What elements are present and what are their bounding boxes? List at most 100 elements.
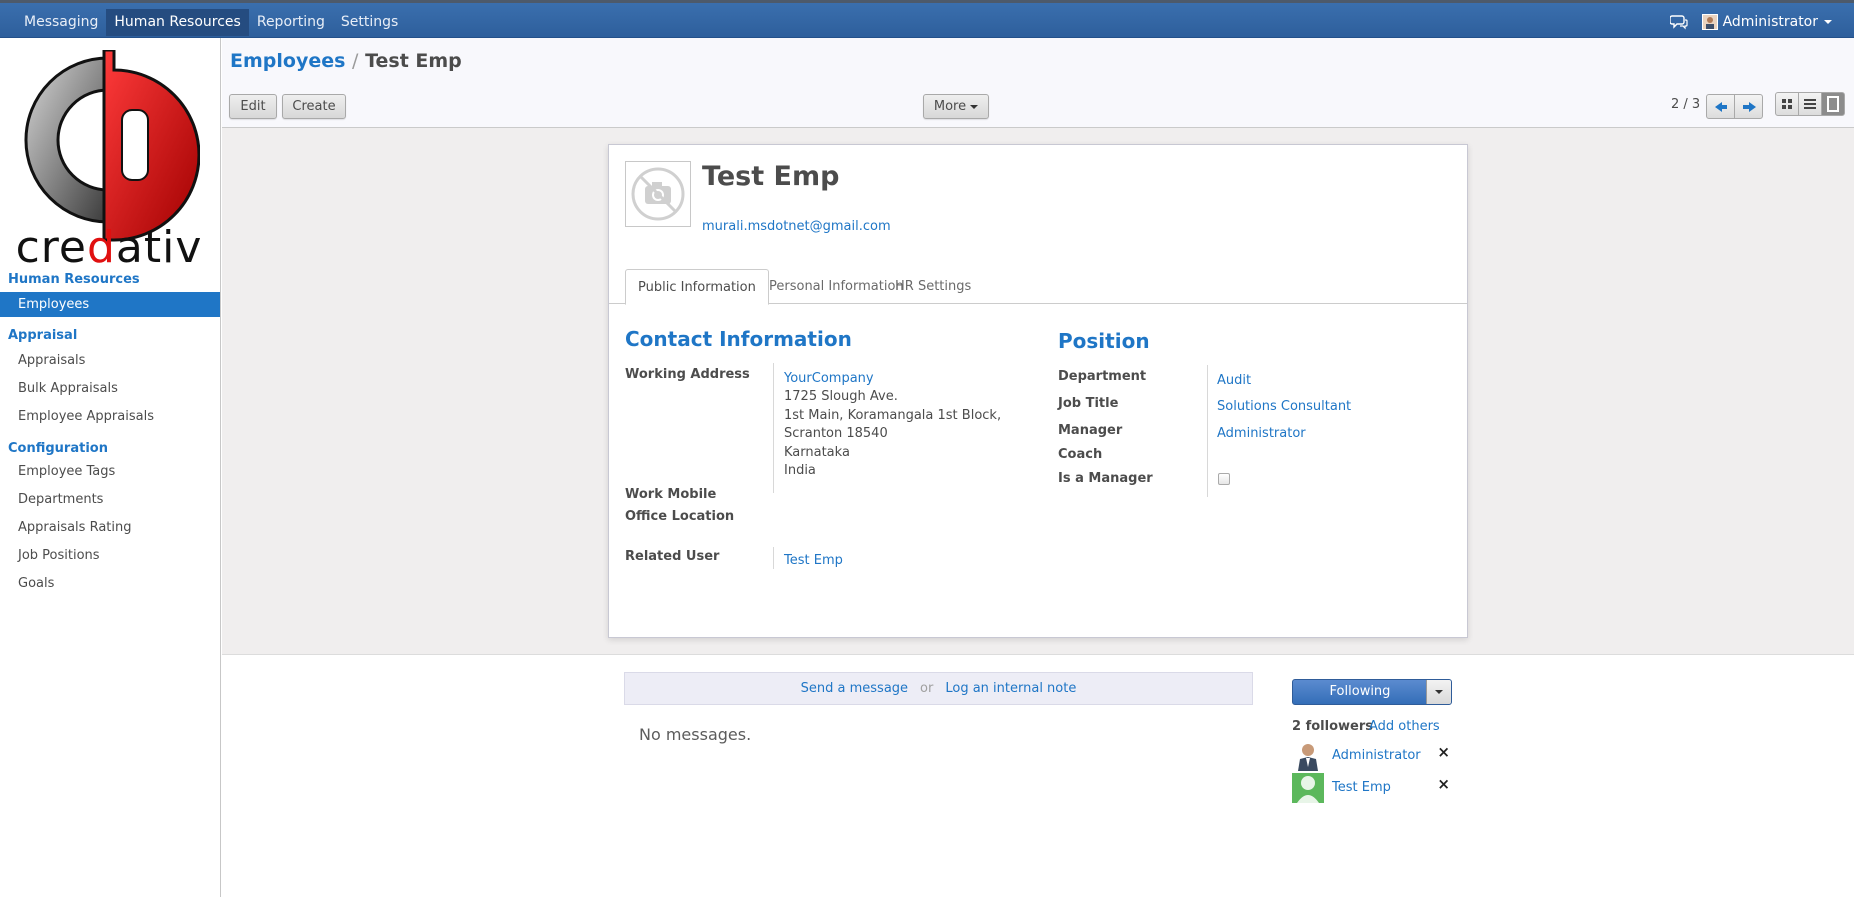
is-manager-label: Is a Manager: [1058, 471, 1153, 486]
following-button-label: Following: [1329, 684, 1391, 699]
or-text: or: [920, 681, 934, 696]
top-navbar: Messaging Human Resources Reporting Sett…: [0, 0, 1854, 38]
manager-label: Manager: [1058, 423, 1123, 438]
employee-form-sheet: Test Emp murali.msdotnet@gmail.com Publi…: [608, 144, 1468, 638]
remove-follower-icon[interactable]: ×: [1437, 775, 1450, 793]
sidebar-item-employee-appraisals[interactable]: Employee Appraisals: [0, 404, 220, 429]
arrow-right-icon: [1743, 102, 1756, 112]
chatter: Send a message or Log an internal note No …: [222, 654, 1854, 809]
employee-name: Test Emp: [702, 161, 840, 192]
related-user-link[interactable]: Test Emp: [784, 551, 843, 570]
department-label: Department: [1058, 369, 1147, 384]
user-menu[interactable]: Administrator: [1723, 9, 1818, 35]
user-area: Administrator: [1669, 9, 1832, 35]
add-others-link[interactable]: Add others: [1369, 719, 1440, 734]
related-user-label: Related User: [625, 549, 720, 564]
following-button[interactable]: Following: [1292, 679, 1452, 705]
follower-name[interactable]: Test Emp: [1332, 780, 1391, 795]
menu-messaging[interactable]: Messaging: [16, 9, 106, 36]
more-button[interactable]: More: [923, 94, 989, 119]
pager-value: 2 / 3: [1671, 97, 1701, 112]
follower-avatar: [1292, 773, 1324, 803]
follower-avatar: [1292, 741, 1324, 771]
followers-count: 2 followers: [1292, 719, 1373, 734]
job-title-value[interactable]: Solutions Consultant: [1217, 397, 1351, 416]
sidebar-item-appraisals[interactable]: Appraisals: [0, 348, 220, 373]
chevron-down-icon[interactable]: [1824, 20, 1832, 24]
contact-information-heading: Contact Information: [625, 327, 852, 351]
form-view-icon: [1827, 96, 1839, 112]
kanban-view-button[interactable]: [1775, 92, 1799, 116]
company-logo: credativ: [18, 50, 200, 272]
send-message-link[interactable]: Send a message: [801, 681, 908, 696]
menu-settings[interactable]: Settings: [333, 9, 406, 36]
working-address-company[interactable]: YourCompany: [784, 369, 874, 388]
address-line: Scranton 18540: [784, 426, 888, 441]
user-avatar[interactable]: [1701, 14, 1718, 30]
manager-value[interactable]: Administrator: [1217, 424, 1306, 443]
page-footer-space: [222, 809, 1854, 897]
follower-item: Test Emp ×: [1292, 773, 1454, 803]
sidebar-item-bulk-appraisals[interactable]: Bulk Appraisals: [0, 376, 220, 401]
svg-text:credativ: credativ: [18, 222, 200, 272]
pager-previous-button[interactable]: [1706, 94, 1735, 119]
sidebar-section-configuration: Configuration: [8, 441, 108, 456]
working-address-label: Working Address: [625, 367, 750, 382]
sidebar-item-departments[interactable]: Departments: [0, 487, 220, 512]
breadcrumb-current: Test Emp: [365, 50, 462, 72]
employee-photo[interactable]: [625, 161, 691, 227]
no-messages-text: No messages.: [639, 725, 752, 744]
sidebar-item-appraisals-rating[interactable]: Appraisals Rating: [0, 515, 220, 540]
address-line: Karnataka: [784, 445, 850, 460]
address-line: India: [784, 463, 816, 478]
breadcrumb-employees[interactable]: Employees: [230, 50, 345, 72]
kanban-view-icon: [1782, 99, 1792, 109]
breadcrumb-separator: /: [352, 50, 359, 72]
tab-hr-settings[interactable]: HR Settings: [883, 269, 983, 305]
more-button-label: More: [933, 99, 967, 114]
menu-reporting[interactable]: Reporting: [249, 9, 333, 36]
following-dropdown-toggle[interactable]: [1426, 680, 1451, 704]
sidebar-section-appraisal: Appraisal: [8, 328, 78, 343]
follower-item: Administrator ×: [1292, 741, 1454, 771]
sidebar-item-job-positions[interactable]: Job Positions: [0, 543, 220, 568]
address-line: 1st Main, Koramangala 1st Block,: [784, 408, 1002, 423]
tab-public-information[interactable]: Public Information: [625, 269, 769, 305]
create-button[interactable]: Create: [282, 94, 346, 119]
form-tabs: Public Information Personal Information …: [609, 269, 1467, 305]
sidebar: credativ Human Resources Employees Appra…: [0, 38, 221, 897]
follower-name[interactable]: Administrator: [1332, 748, 1421, 763]
position-heading: Position: [1058, 329, 1150, 353]
log-note-link[interactable]: Log an internal note: [945, 681, 1076, 696]
control-panel: Employees / Test Emp Edit Create More 2 …: [222, 38, 1854, 128]
field-divider: [1207, 365, 1208, 497]
sidebar-item-goals[interactable]: Goals: [0, 571, 220, 596]
sidebar-section-human-resources: Human Resources: [8, 272, 140, 287]
field-divider: [773, 547, 774, 569]
is-manager-checkbox[interactable]: [1218, 473, 1230, 485]
arrow-left-icon: [1715, 102, 1727, 112]
list-view-button[interactable]: [1798, 92, 1822, 116]
employee-email[interactable]: murali.msdotnet@gmail.com: [702, 219, 891, 234]
field-divider: [773, 363, 774, 493]
caret-down-icon: [970, 104, 979, 109]
form-view-button[interactable]: [1821, 92, 1845, 116]
compose-bar: Send a message or Log an internal note: [624, 672, 1253, 705]
coach-label: Coach: [1058, 447, 1103, 462]
job-title-label: Job Title: [1058, 396, 1119, 411]
sidebar-item-employee-tags[interactable]: Employee Tags: [0, 459, 220, 484]
office-location-label: Office Location: [625, 509, 735, 524]
work-mobile-label: Work Mobile: [625, 487, 717, 502]
sidebar-item-employees[interactable]: Employees: [0, 292, 220, 317]
department-value[interactable]: Audit: [1217, 371, 1251, 390]
menu-human-resources[interactable]: Human Resources: [106, 9, 249, 36]
list-view-icon: [1804, 99, 1816, 109]
breadcrumb: Employees / Test Emp: [230, 50, 462, 72]
main-menu: Messaging Human Resources Reporting Sett…: [16, 9, 406, 36]
pager-next-button[interactable]: [1734, 94, 1763, 119]
no-photo-icon: [631, 167, 685, 221]
remove-follower-icon[interactable]: ×: [1437, 743, 1450, 761]
address-line: 1725 Slough Ave.: [784, 389, 898, 404]
chat-icon[interactable]: [1669, 14, 1688, 30]
edit-button[interactable]: Edit: [229, 94, 277, 119]
